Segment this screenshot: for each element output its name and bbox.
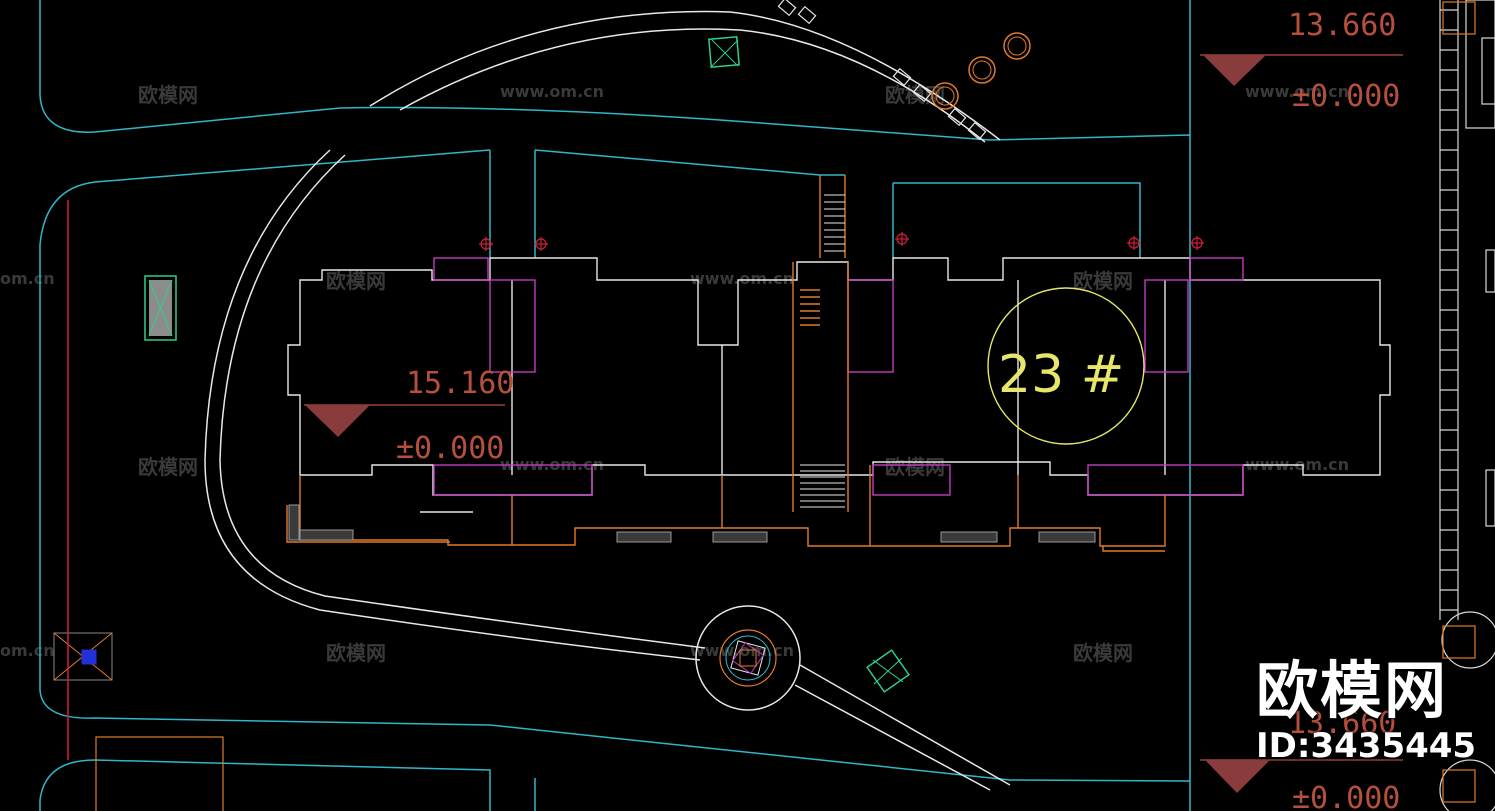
watermark-text: 欧模网	[138, 83, 198, 107]
brand-name: 欧模网	[1256, 654, 1449, 727]
landscape-markers	[53, 32, 1031, 811]
building-number-tag: 23 #	[987, 287, 1145, 445]
watermark-text: 欧模网	[1073, 641, 1133, 665]
brand-watermark: 欧模网 ID:3435445	[1256, 654, 1486, 767]
watermark-url: www.om.cn	[690, 269, 794, 288]
watermark-url: www.om.cn	[500, 82, 604, 101]
elevation-zero-label: ±0.000	[1292, 79, 1400, 114]
elevation-zero-label: ±0.000	[396, 431, 504, 466]
building-number-label: 23 #	[998, 345, 1124, 405]
elevation-high-label: 15.160	[406, 366, 514, 401]
watermark-text: 欧模网	[326, 269, 386, 293]
watermark-text: 欧模网	[138, 455, 198, 479]
elevation-marker-top-right: 13.660 ±0.000	[1200, 8, 1403, 114]
elevation-marker-building: 15.160 ±0.000	[304, 366, 514, 466]
watermark-text: 欧模网	[326, 641, 386, 665]
watermark-layer: 欧模网 www.om.cn 欧模网 www.om.cn om.cn 欧模网 ww…	[0, 82, 1349, 665]
axis-markers	[479, 232, 1204, 251]
elevation-high-label: 13.660	[1288, 8, 1396, 43]
watermark-url: om.cn	[0, 641, 55, 660]
elevation-zero-label: ±0.000	[1292, 781, 1400, 811]
watermark-text: 欧模网	[885, 455, 945, 479]
brand-id: ID:3435445	[1256, 726, 1477, 766]
planter-hatches	[288, 504, 1096, 543]
watermark-url: om.cn	[0, 269, 55, 288]
